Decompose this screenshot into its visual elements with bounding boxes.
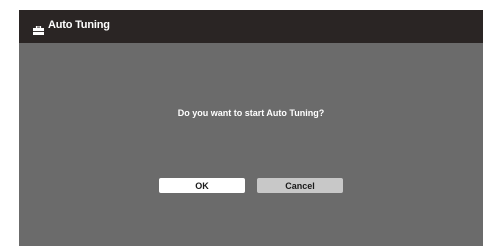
auto-tuning-dialog: Auto Tuning Do you want to start Auto Tu… <box>19 10 483 246</box>
dialog-title-bar: Auto Tuning <box>19 10 483 43</box>
ok-button[interactable]: OK <box>159 178 245 193</box>
dialog-title: Auto Tuning <box>48 19 110 31</box>
toolbox-icon <box>33 22 44 35</box>
cancel-button[interactable]: Cancel <box>257 178 343 193</box>
confirmation-message: Do you want to start Auto Tuning? <box>177 108 325 118</box>
